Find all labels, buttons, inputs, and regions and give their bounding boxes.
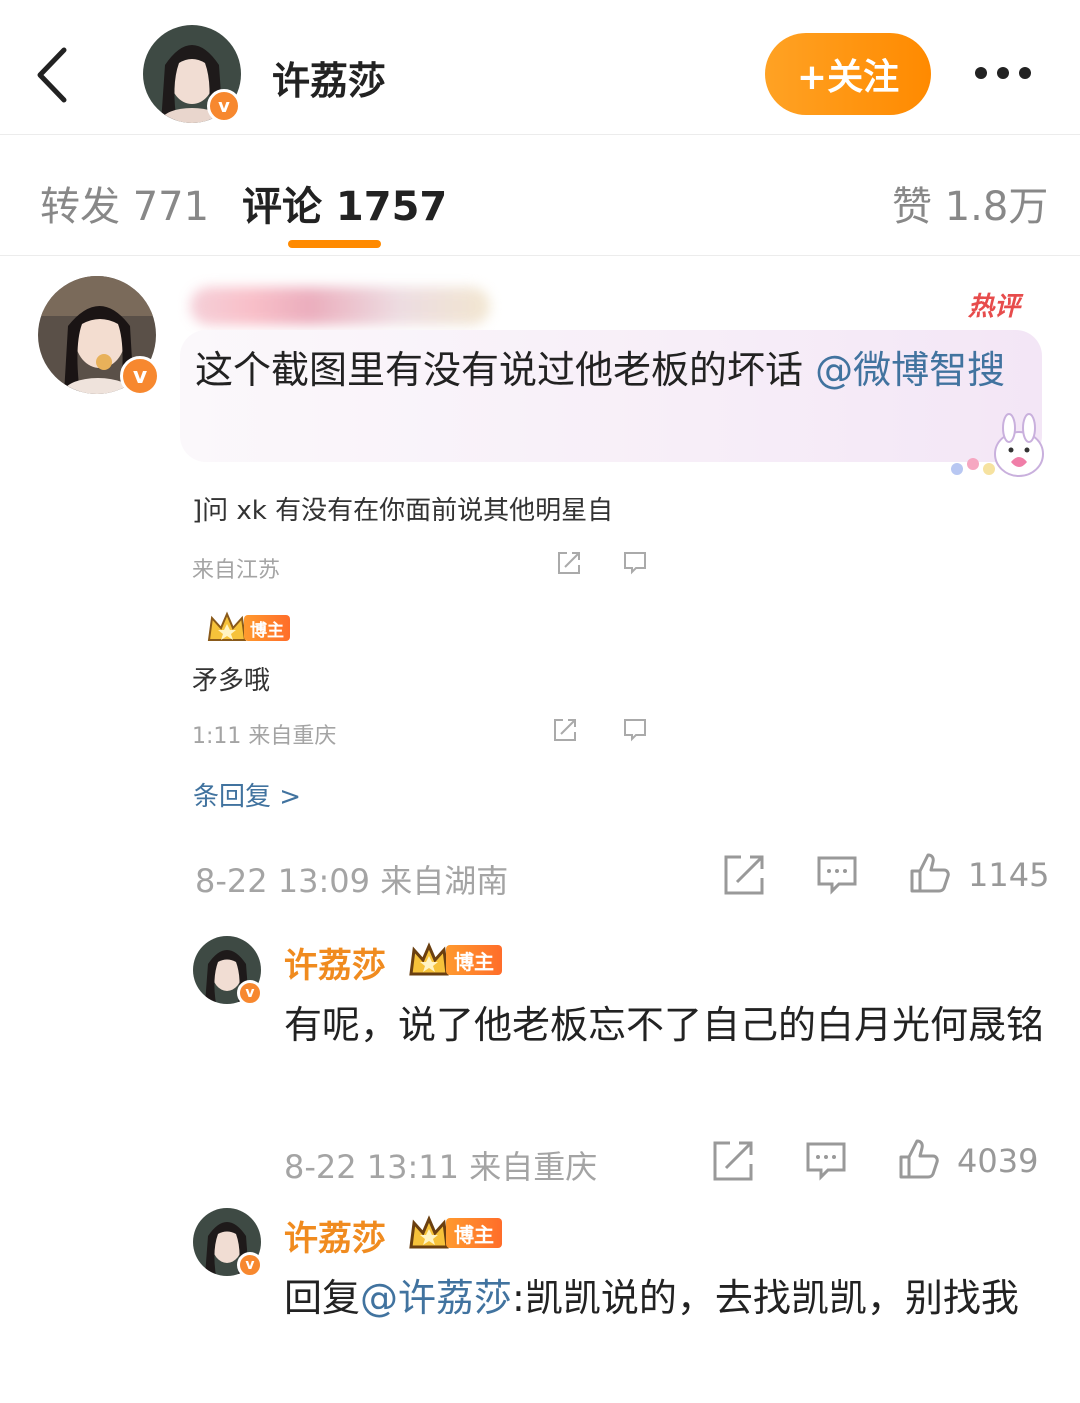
like-count: 4039 (957, 1142, 1039, 1180)
reply-prefix: 回复 (284, 1276, 361, 1320)
blogger-badge: 博主 (408, 1215, 502, 1251)
like-count: 1145 (968, 856, 1050, 894)
back-arrow-icon[interactable] (30, 40, 80, 110)
tab-comments[interactable]: 评论 1757 (242, 174, 447, 232)
verified-icon: v (237, 980, 263, 1006)
like-icon[interactable] (897, 1137, 941, 1181)
bunny-sticker-icon (951, 413, 1044, 477)
blurred-username (190, 287, 490, 325)
crown-icon (207, 611, 247, 641)
crown-icon (409, 942, 449, 976)
tab-bar: 转发 771 评论 1757 赞 1.8万 (0, 136, 1080, 256)
verified-icon: v (237, 1252, 263, 1278)
comment-icon[interactable] (815, 853, 859, 897)
header-username[interactable]: 许荔莎 (272, 50, 386, 105)
share-icon (554, 719, 576, 741)
repost-icon[interactable] (722, 853, 766, 897)
like-icon[interactable] (908, 851, 952, 895)
hot-comment-badge: 热评 (968, 292, 1021, 322)
quoted-line-2: 矛多哦 (192, 666, 271, 696)
comment-icon (624, 719, 646, 742)
more-options-icon[interactable] (975, 55, 1045, 91)
reply-username[interactable]: 许荔莎 (284, 938, 386, 987)
comment-icon[interactable] (804, 1139, 848, 1183)
reply-avatar[interactable]: v (193, 936, 263, 1006)
reply-username[interactable]: 许荔莎 (284, 1211, 386, 1260)
blogger-badge: 博主 (408, 942, 502, 978)
tab-reposts[interactable]: 转发 771 (40, 174, 209, 232)
share-icon (558, 552, 580, 574)
reply-avatar[interactable]: v (193, 1208, 263, 1278)
comment-body: 这个截图里有没有说过他老板的坏话 (195, 348, 816, 392)
commenter-avatar[interactable]: v (38, 276, 160, 396)
tab-likes[interactable]: 赞 1.8万 (892, 174, 1048, 232)
top-bar: v 许荔莎 +关注 (0, 0, 1080, 135)
crown-icon (409, 1215, 449, 1249)
reply-body: :凯凯说的，去找凯凯，别找我 (512, 1276, 1019, 1320)
quoted-line-1: ]问 xk 有没有在你面前说其他明星自 (192, 496, 614, 526)
quoted-meta-1: 来自江苏 (192, 558, 281, 583)
comment-text: 这个截图里有没有说过他老板的坏话 @微博智搜 (195, 340, 1035, 400)
reply-meta: 8-22 13:11 来自重庆 (284, 1148, 598, 1186)
blogger-badge: 博主 (244, 615, 290, 641)
active-tab-indicator (288, 240, 381, 248)
reply-text: 回复@许荔莎:凯凯说的，去找凯凯，别找我 (284, 1268, 1044, 1328)
blogger-tag-text: 博主 (446, 945, 502, 975)
follow-button[interactable]: +关注 (765, 33, 931, 115)
verified-icon: v (207, 89, 241, 123)
reply-text: 有呢，说了他老板忘不了自己的白月光何晟铭 (284, 1003, 1045, 1047)
verified-icon: v (120, 356, 160, 396)
mention-link[interactable]: @许荔莎 (360, 1276, 512, 1320)
repost-icon[interactable] (711, 1139, 755, 1183)
header-avatar[interactable]: v (143, 25, 241, 123)
comment-icon (624, 552, 646, 575)
mention-link[interactable]: @微博智搜 (815, 348, 1005, 392)
comment-meta: 8-22 13:09 来自湖南 (195, 862, 509, 900)
blogger-tag-text: 博主 (446, 1218, 502, 1248)
quoted-meta-2: 1:11 来自重庆 (192, 724, 337, 749)
view-more-replies-link[interactable]: 条回复 > (193, 776, 301, 813)
